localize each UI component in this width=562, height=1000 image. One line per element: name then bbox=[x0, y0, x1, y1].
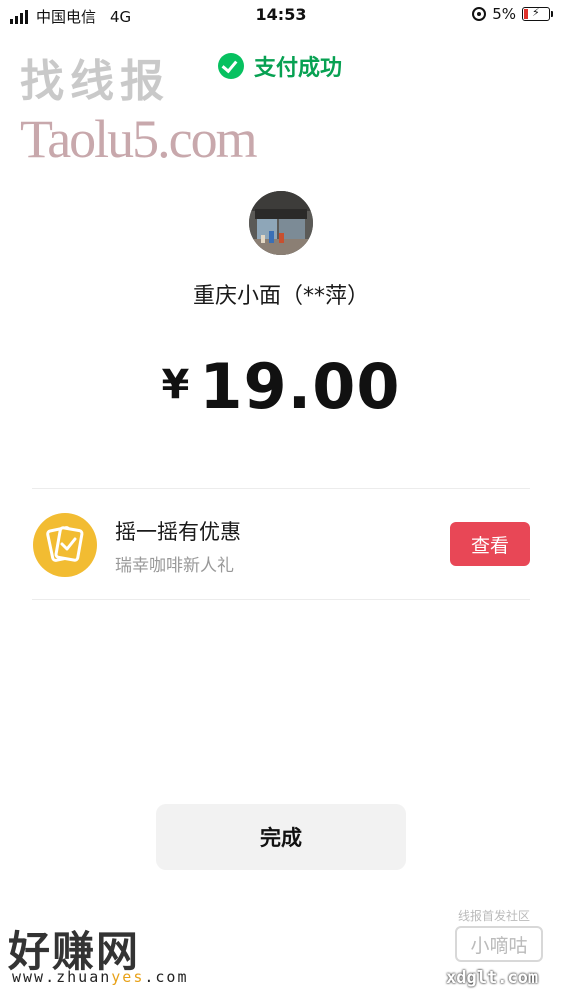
rotation-lock-icon bbox=[472, 7, 487, 21]
promo-subtitle: 瑞幸咖啡新人礼 bbox=[115, 556, 234, 576]
watermark-taolu5: Taolu5.com bbox=[20, 109, 258, 169]
status-bar: 中国电信 4G 14:53 5% ⚡ bbox=[0, 0, 562, 30]
divider-bottom bbox=[32, 599, 530, 600]
battery-icon: ⚡ bbox=[522, 6, 553, 21]
pay-success-label: 支付成功 bbox=[254, 56, 343, 81]
amount-value: 19.00 bbox=[199, 350, 401, 423]
watermark-xiaodigu: 小嘀咕 bbox=[455, 926, 543, 962]
done-button[interactable]: 完成 bbox=[156, 804, 406, 870]
currency-symbol: ¥ bbox=[161, 362, 190, 408]
status-right: 5% ⚡ bbox=[472, 5, 553, 23]
promo-title: 摇一摇有优惠 bbox=[115, 520, 241, 544]
watermark-xianbao-community: 线报首发社区 bbox=[458, 909, 531, 923]
pay-success-header: 支付成功 bbox=[218, 50, 342, 82]
battery-percent: 5% bbox=[492, 5, 516, 23]
view-button[interactable]: 查看 bbox=[450, 522, 530, 566]
watermark-zhaoxianbao: 找线报 bbox=[20, 56, 170, 107]
watermark-zhuanyes-url: www.zhuanyes.com bbox=[12, 968, 189, 986]
shake-cards-icon bbox=[33, 513, 97, 577]
storefront-photo-icon bbox=[249, 191, 313, 255]
wechat-check-icon bbox=[218, 53, 244, 79]
divider-top bbox=[32, 488, 530, 489]
merchant-avatar bbox=[249, 191, 313, 255]
payment-amount: ¥19.00 bbox=[0, 350, 562, 423]
watermark-xdglt-url: xdglt.com bbox=[446, 968, 539, 988]
merchant-name: 重庆小面（**萍） bbox=[192, 284, 369, 309]
